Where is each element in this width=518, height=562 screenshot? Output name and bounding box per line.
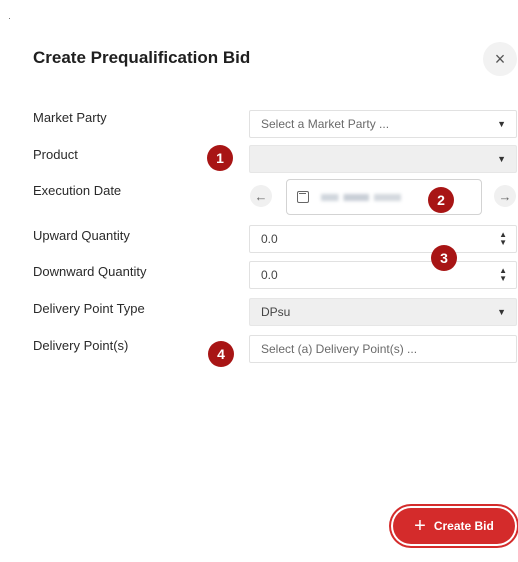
redacted-date-value [321,194,401,201]
delivery-point-type-label: Delivery Point Type [33,301,145,316]
create-bid-button[interactable]: + Create Bid [393,508,515,544]
delivery-points-placeholder: Select (a) Delivery Point(s) ... [261,342,418,356]
market-party-select[interactable]: Select a Market Party ... ▼ [249,110,517,138]
market-party-label: Market Party [33,110,107,125]
upward-quantity-value: 0.0 [261,232,278,246]
delivery-point-type-value: DPsu [261,305,291,319]
plus-icon: + [414,515,426,537]
downward-quantity-label: Downward Quantity [33,264,147,279]
quantity-stepper[interactable]: ▲ ▼ [499,267,507,283]
quantity-stepper[interactable]: ▲ ▼ [499,231,507,247]
delivery-point-type-select[interactable]: DPsu ▼ [249,298,517,326]
market-party-placeholder: Select a Market Party ... [261,117,390,131]
tiny-dot-mark [9,18,10,19]
previous-date-button[interactable]: ← [250,185,272,207]
delivery-points-label: Delivery Point(s) [33,338,129,353]
execution-date-label: Execution Date [33,183,122,198]
downward-quantity-input[interactable]: 0.0 ▲ ▼ [249,261,517,289]
annotation-badge-2: 2 [428,187,454,213]
modal-title: Create Prequalification Bid [33,48,251,67]
chevron-down-icon: ▼ [497,119,506,129]
delivery-points-select[interactable]: Select (a) Delivery Point(s) ... [249,335,517,363]
product-label: Product [33,147,78,162]
create-bid-label: Create Bid [433,519,494,533]
stepper-down-icon[interactable]: ▼ [499,238,507,247]
chevron-down-icon: ▼ [497,154,506,164]
close-icon: × [494,48,506,69]
upward-quantity-label: Upward Quantity [33,228,130,243]
next-date-button[interactable]: → [494,185,516,207]
annotation-badge-1: 1 [207,145,233,171]
annotation-badge-3: 3 [431,245,457,271]
stepper-down-icon[interactable]: ▼ [499,274,507,283]
arrow-right-icon: → [498,188,512,204]
product-select[interactable]: ▼ [249,145,517,173]
chevron-down-icon: ▼ [497,307,506,317]
upward-quantity-input[interactable]: 0.0 ▲ ▼ [249,225,517,253]
close-button[interactable]: × [483,42,517,76]
annotation-badge-4: 4 [208,341,234,367]
arrow-left-icon: ← [254,188,268,204]
calendar-icon [297,191,309,203]
downward-quantity-value: 0.0 [261,268,278,282]
